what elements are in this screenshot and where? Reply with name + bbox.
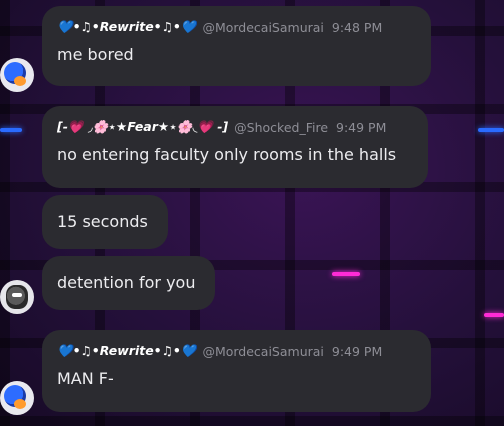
message-bubble[interactable]: 15 seconds	[42, 195, 168, 249]
author-nickname[interactable]: 💙•♫•Rewrite•♫•💙	[57, 343, 196, 359]
author-handle[interactable]: @Shocked_Fire	[234, 120, 328, 135]
message-header: 💙•♫•Rewrite•♫•💙 @MordecaiSamurai 9:48 PM	[57, 6, 416, 35]
neon-light-pink	[332, 272, 360, 276]
author-nickname[interactable]: 💙•♫•Rewrite•♫•💙	[57, 19, 196, 35]
message-header: [-💗 ◞🌸⋆★Fear★⋆🌸◟💗 -] @Shocked_Fire 9:49 …	[57, 106, 413, 135]
message-header: 💙•♫•Rewrite•♫•💙 @MordecaiSamurai 9:49 PM	[57, 330, 416, 359]
avatar-image	[4, 385, 26, 409]
message-bubble[interactable]: 💙•♫•Rewrite•♫•💙 @MordecaiSamurai 9:48 PM…	[42, 6, 431, 86]
message-timestamp: 9:48 PM	[331, 19, 383, 35]
message-text: me bored	[57, 45, 134, 64]
message-text: 15 seconds	[57, 212, 148, 231]
author-handle[interactable]: @MordecaiSamurai	[202, 20, 323, 35]
message-text: no entering faculty only rooms in the ha…	[57, 145, 397, 164]
author-handle[interactable]: @MordecaiSamurai	[202, 344, 323, 359]
message-bubble[interactable]: [-💗 ◞🌸⋆★Fear★⋆🌸◟💗 -] @Shocked_Fire 9:49 …	[42, 106, 428, 188]
avatar-shocked-fire[interactable]	[0, 280, 34, 314]
neon-light-blue	[478, 128, 504, 132]
avatar-image	[4, 62, 26, 86]
avatar-mordecaisamurai[interactable]	[0, 58, 34, 92]
neon-light-pink	[484, 313, 504, 317]
message-timestamp: 9:49 PM	[336, 119, 387, 135]
message-timestamp: 9:49 PM	[331, 343, 383, 359]
message-text: MAN F-	[57, 369, 114, 388]
message-bubble[interactable]: 💙•♫•Rewrite•♫•💙 @MordecaiSamurai 9:49 PM…	[42, 330, 431, 412]
avatar-mordecaisamurai[interactable]	[0, 381, 34, 415]
neon-light-blue	[0, 128, 22, 132]
avatar-image	[6, 285, 28, 309]
message-text: detention for you	[57, 273, 196, 292]
author-nickname[interactable]: [-💗 ◞🌸⋆★Fear★⋆🌸◟💗 -]	[57, 119, 228, 135]
message-bubble[interactable]: detention for you	[42, 256, 215, 310]
